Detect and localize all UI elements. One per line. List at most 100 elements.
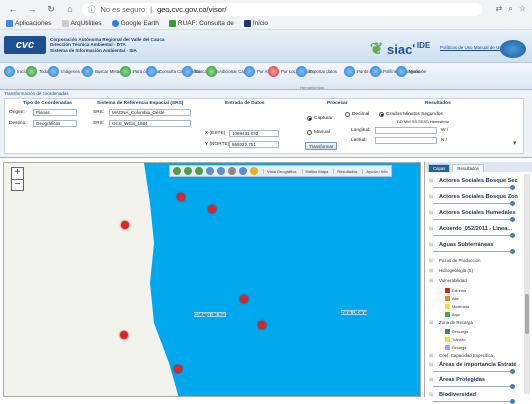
identify-icon[interactable] — [239, 167, 247, 175]
map-point[interactable] — [120, 331, 128, 339]
opacity-slider[interactable] — [433, 233, 515, 238]
expand-icon[interactable]: ⊞ — [429, 194, 439, 200]
bookmark-google-earth[interactable]: Google Earth — [111, 20, 159, 28]
zoom-in-icon[interactable] — [206, 167, 214, 175]
map-point[interactable] — [258, 321, 266, 329]
expand-icon[interactable]: ⊞ — [429, 392, 439, 398]
capture-radio[interactable] — [307, 116, 312, 121]
forward-icon[interactable]: → — [27, 4, 37, 14]
info-icon[interactable]: ⓘ — [88, 4, 96, 15]
star-icon[interactable]: ☆ — [519, 4, 526, 14]
bookmark-apps[interactable]: Aplicaciones — [6, 20, 52, 28]
dest-select[interactable]: Geográficas — [33, 120, 77, 127]
legend-item[interactable]: ⊞ Actores Sociales Bosque Sec — [429, 178, 518, 184]
opacity-slider[interactable] — [433, 399, 515, 404]
home-icon[interactable]: ⌂ — [65, 4, 75, 14]
toolbar-item-7[interactable]: Adicionar Capa — [206, 66, 248, 77]
expand-icon[interactable]: ⊞ — [429, 268, 439, 274]
move-icon[interactable] — [228, 167, 236, 175]
toolbar-item-1[interactable]: Todo — [26, 66, 48, 77]
srs-origin-select[interactable]: MAGNA_Colombia_Oeste — [109, 109, 191, 116]
expand-icon[interactable]: ⊞ — [429, 353, 439, 359]
toolbar-item-0[interactable]: Inicio — [4, 66, 27, 77]
zoom-in-button[interactable]: + — [12, 168, 23, 179]
opacity-slider[interactable] — [433, 185, 515, 190]
dropdown-resultados[interactable]: Resultados — [333, 168, 357, 174]
zoom-out-icon[interactable] — [217, 167, 225, 175]
scroll-arrow-icon[interactable]: ▾ — [513, 139, 517, 147]
latitude-output[interactable] — [375, 137, 437, 144]
legend-item[interactable]: ⊞ Actores Sociales Bosque Zon — [429, 194, 518, 200]
legend-item[interactable]: ⊞ Aguas Subterráneas — [429, 242, 493, 248]
expand-icon[interactable]: ⊞ — [429, 278, 439, 284]
opacity-slider[interactable] — [433, 217, 515, 222]
map-point[interactable] — [174, 365, 182, 373]
manual-radio[interactable] — [307, 130, 312, 135]
legend-item[interactable]: ⊞ Hidrogeología (5) — [429, 268, 473, 274]
zoom-icon[interactable]: ⌕ — [508, 4, 512, 14]
toolbar-item-10[interactable]: Exportar datos — [296, 66, 337, 77]
map-point[interactable] — [177, 193, 185, 201]
legend-item[interactable]: ⊞ Áreas de importancia Estraté — [429, 362, 516, 368]
reload-icon[interactable]: ↻ — [46, 4, 56, 15]
dropdown-ayuda[interactable]: Ayuda / Info — [362, 168, 388, 174]
expand-icon[interactable]: ⊞ — [429, 242, 439, 248]
map-canvas[interactable]: + − Vista Geográfica Estilos Mapa Result… — [3, 162, 421, 397]
expand-icon[interactable]: ⊞ — [429, 362, 439, 368]
x-input[interactable]: 1069431.032 — [229, 130, 279, 137]
translate-icon[interactable]: ⇄ — [496, 4, 503, 14]
zoom-out-button[interactable]: − — [12, 179, 23, 190]
bookmark-ruaf[interactable]: RUAF: Consulta de — [168, 20, 234, 28]
expand-icon[interactable]: ⊞ — [429, 258, 439, 264]
y-input[interactable]: 869322.751 — [229, 141, 279, 148]
opacity-slider[interactable] — [433, 249, 515, 254]
gms-radio[interactable] — [379, 112, 384, 117]
legend-item[interactable]: ⊞ Vulnerabilidad — [429, 278, 467, 284]
expand-icon[interactable]: ⊞ — [429, 320, 439, 326]
browser-chrome: ← → ↻ ⌂ ⓘ No es seguro | geo.cvc.gov.co/… — [0, 0, 532, 30]
bookmarks-bar: Aplicaciones ArqUtilities Google Earth R… — [0, 18, 532, 30]
toolbar-label-1: Todo — [39, 69, 49, 74]
expand-icon[interactable]: ⊞ — [429, 226, 439, 232]
dropdown-vista[interactable]: Vista Geográfica — [263, 168, 297, 174]
cvc-globe-icon — [500, 40, 526, 58]
scroll-thumb[interactable] — [525, 294, 529, 334]
map-point[interactable] — [240, 295, 248, 303]
legend-item[interactable]: ⊞ Pozos de Producción — [429, 258, 481, 264]
longitude-output[interactable] — [375, 127, 437, 134]
origin-select[interactable]: Planas — [33, 109, 77, 116]
tab-resultados[interactable]: Resultados — [452, 164, 484, 172]
opacity-slider[interactable] — [433, 369, 515, 374]
map-point[interactable] — [121, 221, 129, 229]
legend-item[interactable]: ⊞ Áreas Protegidas — [429, 377, 485, 383]
decimal-radio[interactable] — [345, 112, 350, 117]
opacity-slider[interactable] — [433, 201, 515, 206]
full-extent-icon[interactable] — [184, 167, 192, 175]
map-toolbar: Vista Geográfica Estilos Mapa Resultados… — [169, 165, 392, 177]
tab-capas[interactable]: Capas — [428, 164, 451, 172]
bookmark-inicio[interactable]: Inicio — [243, 20, 268, 28]
address-bar[interactable]: ⓘ No es seguro | geo.cvc.gov.co/visor/ — [82, 3, 482, 16]
legend-item[interactable]: ⊞ Actores Sociales Humedales — [429, 210, 515, 216]
legend-scrollbar[interactable] — [524, 174, 530, 394]
measure-icon[interactable] — [250, 167, 258, 175]
legend-item[interactable]: ⊞ Biodiversidad — [429, 392, 476, 398]
pan-icon[interactable] — [173, 167, 181, 175]
srs-dest-select[interactable]: GCS_WGS_1984 — [109, 120, 191, 127]
legend-item[interactable]: ⊞ Zona de Recarga — [429, 320, 473, 326]
expand-icon[interactable]: ⊞ — [429, 210, 439, 216]
legend-item[interactable]: ⊞ Acuerdo_052/2011 - Linea... — [429, 226, 512, 232]
dropdown-estilos[interactable]: Estilos Mapa — [301, 168, 328, 174]
url-text[interactable]: geo.cvc.gov.co/visor/ — [157, 5, 226, 14]
map-point[interactable] — [208, 205, 216, 213]
expand-icon[interactable]: ⊞ — [429, 377, 439, 383]
prev-extent-icon[interactable] — [195, 167, 203, 175]
transform-button[interactable]: Transformar — [305, 142, 338, 150]
opacity-slider[interactable] — [433, 384, 515, 389]
toolbar-item-13[interactable]: Medición — [396, 66, 426, 77]
expand-icon[interactable]: ⊞ — [429, 178, 439, 184]
legend-item[interactable]: ⊞ Coef. Capacidad Especifica — [429, 353, 493, 359]
bookmark-arqutilities[interactable]: ArqUtilities — [61, 20, 102, 28]
y-label: Y (NORTE) — [205, 142, 230, 147]
back-icon[interactable]: ← — [8, 4, 18, 14]
